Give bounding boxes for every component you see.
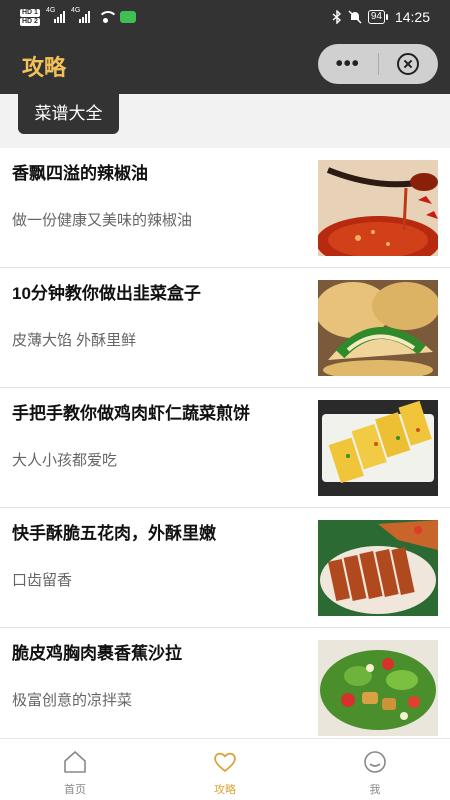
nav-home[interactable]: 首页: [0, 739, 150, 800]
miniprogram-capsule: •••: [318, 44, 438, 84]
chili-oil-photo: [318, 160, 438, 256]
smile-icon: [364, 751, 386, 773]
mute-bell-icon: [348, 10, 362, 24]
crispy-pork-photo: [318, 520, 438, 616]
hd-badges: HD 1 HD 2: [20, 8, 40, 26]
wechat-notification-icon: [119, 11, 136, 23]
recipe-title: 手把手教你做鸡肉虾仁蔬菜煎饼: [12, 404, 250, 423]
recipe-item[interactable]: 10分钟教你做出韭菜盒子 皮薄大馅 外酥里鲜: [0, 268, 450, 388]
close-button[interactable]: [379, 53, 439, 75]
hd1-badge: HD 1: [20, 8, 40, 17]
category-tab[interactable]: 菜谱大全: [18, 94, 119, 134]
hd2-badge: HD 2: [20, 17, 40, 26]
status-right: 94 14:25: [332, 7, 430, 27]
chive-box-photo: [318, 280, 438, 376]
recipe-title: 香飘四溢的辣椒油: [12, 164, 148, 183]
home-icon: [64, 751, 86, 773]
wifi-icon: [97, 11, 118, 23]
recipe-list: 香飘四溢的辣椒油 做一份健康又美味的辣椒油 10分钟教你做出韭菜盒子 皮薄大馅 …: [0, 148, 450, 748]
nav-guide-label: 攻略: [214, 784, 236, 796]
recipe-title: 快手酥脆五花肉，外酥里嫩: [12, 524, 216, 543]
recipe-item[interactable]: 快手酥脆五花肉，外酥里嫩 口齿留香: [0, 508, 450, 628]
signal-1-icon: 4G: [46, 7, 65, 23]
heart-icon: [214, 752, 236, 772]
recipe-title: 10分钟教你做出韭菜盒子: [12, 284, 201, 303]
veggie-pancake-photo: [318, 400, 438, 496]
app-header: 攻略 •••: [0, 36, 450, 94]
nav-me[interactable]: 我: [300, 739, 450, 800]
status-left: HD 1 HD 2 4G 4G: [20, 6, 136, 28]
network-1-label: 4G: [45, 7, 56, 14]
nav-guide[interactable]: 攻略: [150, 739, 300, 800]
recipe-subtitle: 口齿留香: [12, 572, 73, 589]
clock: 14:25: [394, 9, 430, 25]
recipe-subtitle: 大人小孩都爱吃: [12, 452, 118, 469]
recipe-subtitle: 做一份健康又美味的辣椒油: [12, 212, 193, 229]
bluetooth-icon: [332, 10, 341, 24]
recipe-subtitle: 皮薄大馅 外酥里鲜: [12, 332, 137, 349]
recipe-subtitle: 极富创意的凉拌菜: [12, 692, 133, 709]
chicken-salad-photo: [318, 640, 438, 736]
status-bar: HD 1 HD 2 4G 4G 94 14:25: [0, 0, 450, 36]
close-icon: [397, 53, 420, 75]
nav-me-label: 我: [369, 784, 381, 796]
more-button[interactable]: •••: [318, 44, 378, 84]
recipe-item[interactable]: 脆皮鸡胸肉裹香蕉沙拉 极富创意的凉拌菜: [0, 628, 450, 748]
bottom-nav: 首页 攻略 我: [0, 738, 450, 800]
signal-2-icon: 4G: [71, 7, 90, 23]
battery-icon: 94: [367, 10, 389, 24]
nav-home-label: 首页: [64, 784, 86, 796]
page-title: 攻略: [22, 55, 67, 80]
recipe-item[interactable]: 香飘四溢的辣椒油 做一份健康又美味的辣椒油: [0, 148, 450, 268]
recipe-item[interactable]: 手把手教你做鸡肉虾仁蔬菜煎饼 大人小孩都爱吃: [0, 388, 450, 508]
network-2-label: 4G: [70, 7, 81, 14]
recipe-title: 脆皮鸡胸肉裹香蕉沙拉: [12, 644, 182, 663]
